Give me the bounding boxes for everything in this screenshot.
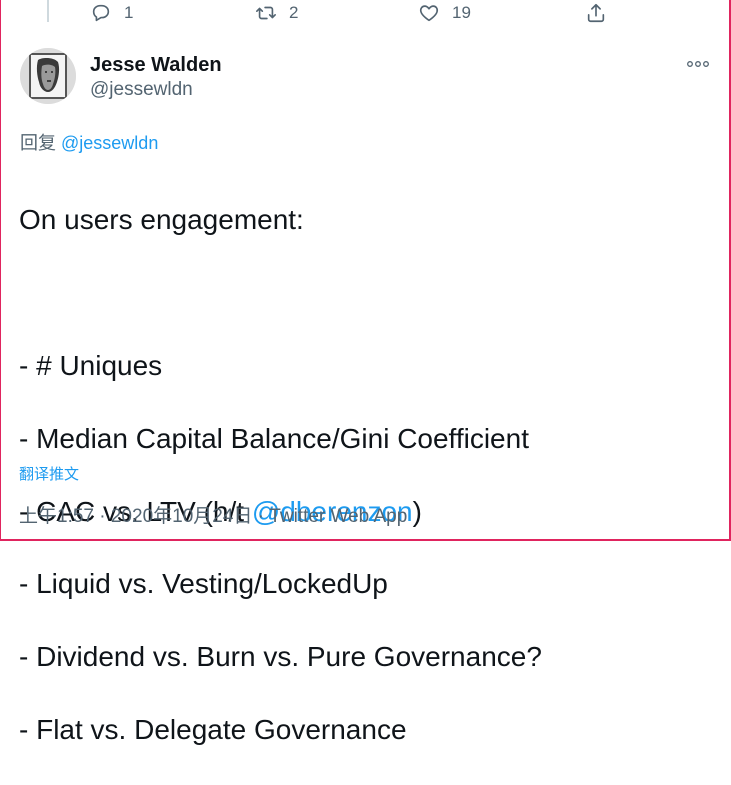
tweet-line: - Median Capital Balance/Gini Coefficien… [19,422,529,454]
tweet-line: - Liquid vs. Vesting/LockedUp [19,568,388,600]
reply-to-prefix: 回复 [20,133,62,153]
tweet-line: - Dividend vs. Burn vs. Pure Governance? [19,641,542,673]
heart-icon [419,5,439,22]
translate-tweet-link[interactable]: 翻译推文 [19,463,79,484]
retweet-button[interactable]: 2 [255,2,298,24]
avatar[interactable] [20,48,76,104]
tweet-line: - # Uniques [19,350,163,382]
share-icon [587,3,605,23]
retweet-count: 2 [289,3,299,22]
reply-to-line: 回复 @jessewldn [20,129,158,155]
reply-to-handle-link[interactable]: @jessewldn [61,133,158,153]
like-button[interactable]: 19 [418,2,471,24]
author-name[interactable]: Jesse Walden [90,54,222,77]
avatar-portrait-icon [20,48,76,104]
tweet-line-text: ) [412,495,422,527]
reply-count: 1 [124,3,134,22]
tweet-line: On users engagement: [19,204,304,236]
tweet-action-bar: 1 2 19 [0,0,731,30]
more-options-button[interactable] [685,57,711,71]
tweet-line: - Flat vs. Delegate Governance [19,714,407,746]
reply-button[interactable]: 1 [90,2,133,24]
share-button[interactable] [585,2,607,24]
tweet-timestamp-source[interactable]: 上午1:57 · 2020年10月24日 · Twitter Web App [19,501,407,528]
retweet-icon [256,6,276,20]
author-handle[interactable]: @jessewldn [90,79,193,101]
comment-icon [92,4,110,22]
more-dots-icon [687,61,709,67]
like-count: 19 [452,3,471,22]
tweet-body: On users engagement: - # Uniques - Media… [19,166,709,785]
